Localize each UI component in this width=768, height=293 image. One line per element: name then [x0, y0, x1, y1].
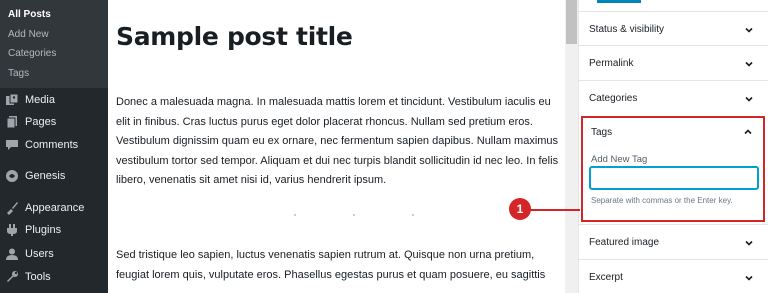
menu-label: Pages	[25, 116, 57, 128]
chevron-down-icon	[745, 61, 753, 67]
panel-title: Status & visibility	[589, 24, 665, 35]
menu-item-media[interactable]: Media	[0, 89, 108, 111]
menu-label: Genesis	[25, 170, 66, 182]
menu-item-genesis[interactable]: Genesis	[0, 165, 108, 187]
tags-help-text: Separate with commas or the Enter key.	[591, 196, 733, 205]
chevron-down-icon	[745, 275, 753, 281]
genesis-icon	[5, 169, 19, 183]
separator-block[interactable]	[294, 214, 414, 216]
menu-item-tools[interactable]: Tools	[0, 266, 108, 288]
menu-item-users[interactable]: Users	[0, 243, 108, 265]
paragraph-block[interactable]: Donec a malesuada magna. In malesuada ma…	[116, 93, 561, 191]
panel-title: Featured image	[589, 237, 660, 248]
panel-title: Categories	[589, 93, 638, 104]
panel-title: Excerpt	[589, 272, 623, 283]
add-new-tag-input[interactable]	[589, 166, 759, 190]
menu-item-pages[interactable]: Pages	[0, 111, 108, 133]
menu-label: Comments	[25, 139, 79, 151]
paragraph-block[interactable]: Sed tristique leo sapien, luctus venenat…	[116, 246, 561, 285]
menu-item-comments[interactable]: Comments	[0, 134, 108, 156]
callout-badge: 1	[509, 198, 531, 220]
submenu-all-posts[interactable]: All Posts	[8, 9, 51, 20]
panel-title: Permalink	[589, 58, 634, 69]
scrollbar-thumb[interactable]	[566, 0, 577, 44]
posts-submenu: All Posts Add New Categories Tags	[0, 0, 108, 88]
panel-title[interactable]: Tags	[591, 127, 612, 138]
post-title[interactable]: Sample post title	[116, 22, 353, 51]
panel-permalink[interactable]: Permalink	[579, 45, 768, 83]
panel-categories[interactable]: Categories	[579, 80, 768, 118]
tools-icon	[5, 270, 19, 284]
panel-status-visibility[interactable]: Status & visibility	[579, 11, 768, 49]
chevron-down-icon	[745, 96, 753, 102]
submenu-add-new[interactable]: Add New	[8, 29, 49, 40]
active-tab-indicator	[597, 0, 641, 3]
submenu-tags[interactable]: Tags	[8, 68, 29, 79]
submenu-categories[interactable]: Categories	[8, 48, 56, 59]
appearance-icon	[5, 201, 19, 215]
menu-label: Plugins	[25, 224, 62, 236]
editor-scrollbar[interactable]	[565, 0, 578, 293]
menu-label: Tools	[25, 271, 51, 283]
panel-tags: Tags Add New Tag Separate with commas or…	[581, 116, 765, 222]
menu-label: Media	[25, 94, 55, 106]
chevron-up-icon[interactable]	[743, 127, 753, 137]
menu-item-appearance[interactable]: Appearance	[0, 197, 108, 219]
add-new-tag-label: Add New Tag	[591, 154, 648, 165]
menu-label: Users	[25, 248, 54, 260]
media-icon	[5, 93, 19, 107]
plugins-icon	[5, 223, 19, 237]
comments-icon	[5, 138, 19, 152]
panel-featured-image[interactable]: Featured image	[579, 224, 768, 262]
settings-sidebar: Status & visibility Permalink Categories…	[578, 0, 768, 293]
users-icon	[5, 247, 19, 261]
chevron-down-icon	[745, 240, 753, 246]
menu-label: Appearance	[25, 202, 85, 214]
menu-item-plugins[interactable]: Plugins	[0, 219, 108, 241]
admin-sidebar: All Posts Add New Categories Tags Media …	[0, 0, 108, 293]
panel-excerpt[interactable]: Excerpt	[579, 259, 768, 293]
pages-icon	[5, 115, 19, 129]
chevron-down-icon	[745, 27, 753, 33]
editor-canvas: Sample post title Donec a malesuada magn…	[108, 0, 565, 293]
